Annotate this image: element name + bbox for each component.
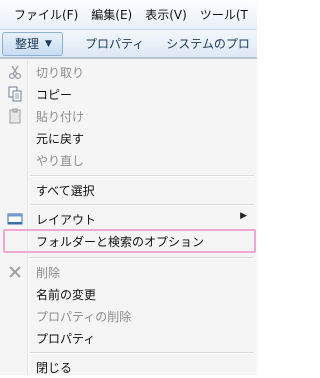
- menu-item-select-all[interactable]: すべて選択: [0, 179, 257, 201]
- menu-edit[interactable]: 編集(E): [91, 6, 132, 23]
- menu-item-label: やり直し: [36, 154, 85, 168]
- menu-item-label: 削除: [36, 266, 61, 280]
- organize-label: 整理: [15, 37, 40, 51]
- menu-item-redo[interactable]: やり直し: [0, 149, 257, 171]
- menu-bar: ファイル(F) 編集(E) 表示(V) ツール(T: [0, 0, 257, 30]
- menu-item-label: 閉じる: [36, 361, 73, 375]
- menu-item-delete[interactable]: 削除: [0, 261, 257, 283]
- menu-item-label: 元に戻す: [36, 132, 85, 146]
- copy-icon: [8, 86, 22, 102]
- menu-item-label: プロパティの削除: [36, 310, 132, 324]
- highlight-box: [3, 229, 256, 253]
- dropdown-arrow-icon: ▼: [45, 38, 52, 49]
- command-toolbar: 整理 ▼ プロパティ システムのプロ: [0, 30, 257, 58]
- menu-item-label: プロパティ: [36, 332, 96, 346]
- menu-item-label: レイアウト: [36, 213, 97, 227]
- menu-tools[interactable]: ツール(T: [200, 6, 248, 23]
- system-properties-button[interactable]: システムのプロ: [166, 35, 250, 52]
- menu-view[interactable]: 表示(V): [145, 6, 187, 23]
- menu-item-label: コピー: [36, 88, 73, 102]
- menu-item-label: 名前の変更: [36, 288, 97, 302]
- delete-x-icon: [9, 266, 21, 278]
- menu-item-properties[interactable]: プロパティ: [0, 327, 257, 349]
- menu-separator: [30, 204, 254, 206]
- menu-item-paste[interactable]: 貼り付け: [0, 105, 257, 127]
- menu-item-remove-properties[interactable]: プロパティの削除: [0, 305, 257, 327]
- properties-button[interactable]: プロパティ: [85, 35, 144, 52]
- submenu-arrow-icon: ▶: [240, 211, 247, 221]
- menu-separator: [30, 175, 254, 177]
- layout-icon: [7, 213, 23, 225]
- menu-item-label: 切り取り: [36, 66, 85, 80]
- menu-separator: [30, 257, 254, 259]
- menu-item-label: 貼り付け: [36, 110, 85, 124]
- menu-item-label: すべて選択: [36, 184, 95, 198]
- organize-menu: 切り取り コピー 貼り付け 元に戻す やり直し すべて選択 レイアウト ▶ フォ…: [0, 58, 257, 375]
- menu-file[interactable]: ファイル(F): [14, 6, 78, 23]
- menu-item-cut[interactable]: 切り取り: [0, 61, 257, 83]
- menu-item-rename[interactable]: 名前の変更: [0, 283, 257, 305]
- scissors-icon: [8, 65, 22, 80]
- menu-item-undo[interactable]: 元に戻す: [0, 127, 257, 149]
- clipboard-icon: [9, 108, 21, 124]
- menu-item-layout[interactable]: レイアウト ▶: [0, 208, 257, 230]
- menu-item-copy[interactable]: コピー: [0, 83, 257, 105]
- menu-separator: [30, 352, 254, 354]
- organize-button[interactable]: 整理 ▼: [2, 31, 63, 56]
